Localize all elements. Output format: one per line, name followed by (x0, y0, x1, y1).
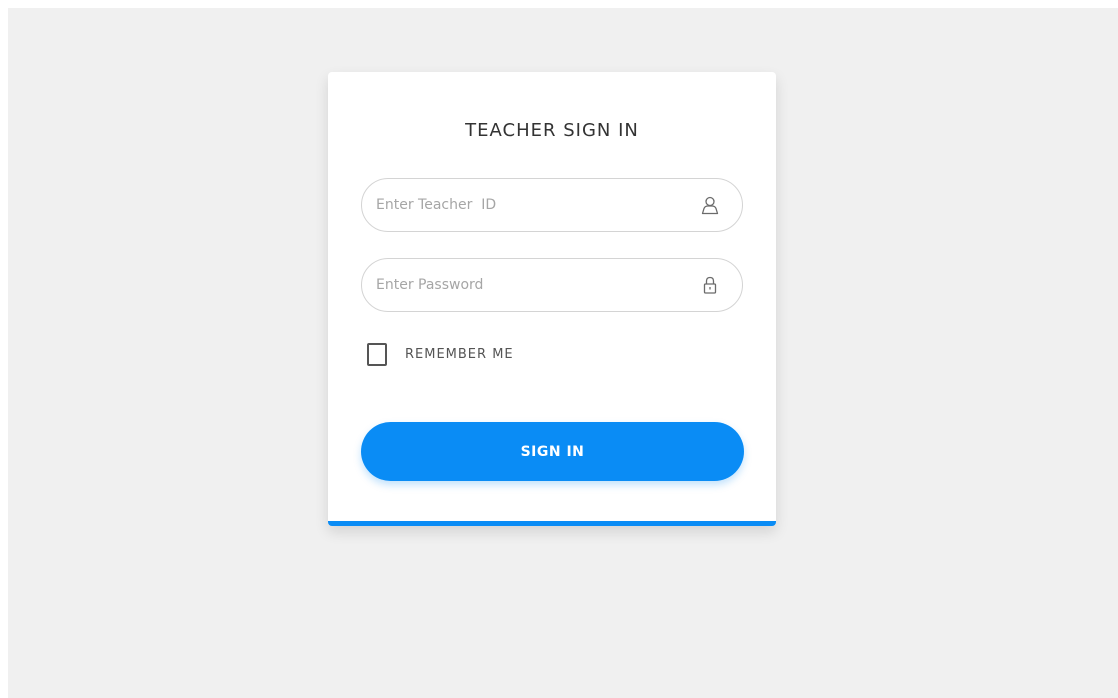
remember-me-checkbox[interactable] (367, 342, 387, 366)
user-icon (700, 195, 720, 215)
remember-me-control[interactable]: REMEMBER ME (367, 340, 514, 368)
password-input[interactable] (376, 259, 676, 311)
sign-in-button[interactable]: SIGN IN (361, 422, 744, 481)
teacher-id-field[interactable] (361, 178, 743, 232)
password-field[interactable] (361, 258, 743, 312)
lock-icon (700, 275, 720, 295)
login-title: TEACHER SIGN IN (465, 120, 639, 141)
remember-me-label: REMEMBER ME (405, 346, 514, 362)
teacher-id-input[interactable] (376, 179, 676, 231)
page-background: TEACHER SIGN IN REMEMBER M (8, 8, 1118, 698)
login-card: TEACHER SIGN IN REMEMBER M (328, 72, 776, 526)
